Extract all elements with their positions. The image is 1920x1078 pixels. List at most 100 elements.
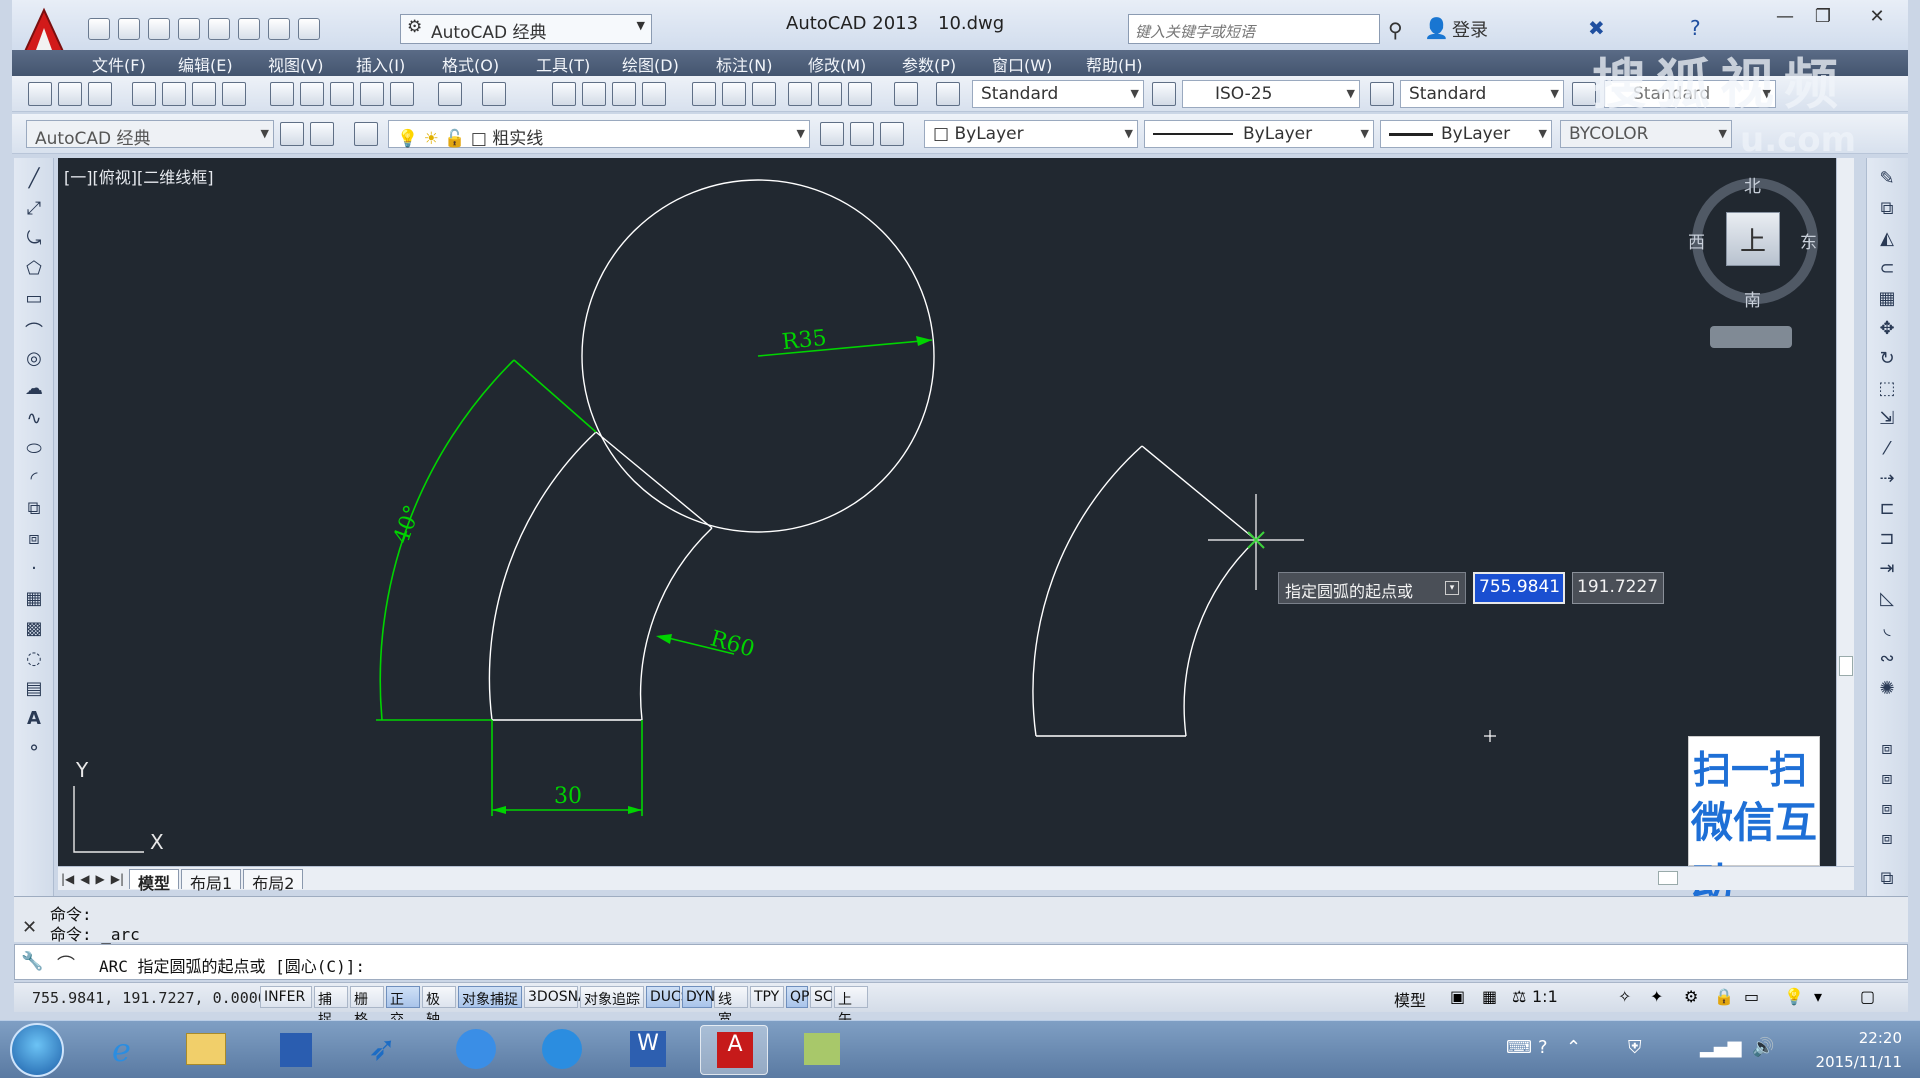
- autocad-window: ⚙ AutoCAD 经典 ▼ AutoCAD 2013 10.dwg 键入关键字…: [0, 0, 1920, 1078]
- right-inner-arc-shape[interactable]: [1183, 539, 1257, 737]
- hardware-acceleration-icon[interactable]: ▭: [1744, 987, 1759, 1006]
- autocad-taskbar-icon[interactable]: A: [700, 1025, 768, 1075]
- angle-extension-line: [513, 359, 597, 433]
- status-toggle-10[interactable]: 线宽: [714, 986, 748, 1028]
- isolate-objects-icon[interactable]: 💡: [1784, 987, 1804, 1006]
- qr-ad-line1: 扫一扫: [1693, 748, 1808, 792]
- command-prompt: ARC 指定圆弧的起点或 [圆心(C)]:: [99, 957, 365, 976]
- status-toggle-11[interactable]: TPY: [750, 986, 784, 1008]
- right-radial-line-shape[interactable]: [1141, 445, 1257, 541]
- ucs-x-label: X: [150, 830, 164, 854]
- status-toggle-3[interactable]: 正交: [386, 986, 420, 1028]
- status-toggle-7[interactable]: 对象追踪: [580, 986, 644, 1008]
- close-icon[interactable]: ✕: [22, 917, 37, 938]
- workspace-switch-icon[interactable]: ⚙: [1684, 987, 1698, 1006]
- clock-time[interactable]: 22:20: [1832, 1029, 1902, 1047]
- status-menu-icon[interactable]: ▾: [1814, 987, 1822, 1006]
- clock-date[interactable]: 2015/11/11: [1808, 1053, 1902, 1071]
- qr-ad-banner[interactable]: 扫一扫 微信互动: [1688, 736, 1820, 908]
- word-taskbar-icon[interactable]: W: [614, 1025, 682, 1075]
- tab-layout2[interactable]: 布局2: [243, 869, 304, 893]
- next-tab-icon[interactable]: ▶: [93, 872, 108, 886]
- quick-view-drawings-icon[interactable]: ▦: [1482, 987, 1497, 1006]
- status-toggle-0[interactable]: INFER: [260, 986, 312, 1008]
- help-tray-icon[interactable]: ?: [1538, 1037, 1548, 1058]
- volume-icon[interactable]: 🔊: [1752, 1037, 1774, 1058]
- inner-arc-shape[interactable]: [639, 527, 713, 721]
- annotation-visibility-icon[interactable]: ✧: [1618, 987, 1631, 1006]
- annotation-scale[interactable]: 1:1: [1532, 987, 1558, 1006]
- start-button[interactable]: [10, 1023, 64, 1077]
- ie-taskbar-icon[interactable]: ℯ: [94, 1025, 162, 1075]
- command-history-line: 命令: _arc: [50, 925, 140, 944]
- dynamic-input-x[interactable]: 755.9841: [1473, 572, 1565, 604]
- clean-screen-icon[interactable]: ▢: [1860, 987, 1875, 1006]
- status-toggle-14[interactable]: 上午: [834, 986, 868, 1028]
- dynamic-input-prompt-text: 指定圆弧的起点或: [1285, 582, 1414, 601]
- arc-command-icon: ⌒: [57, 955, 75, 976]
- arrow-icon: [492, 806, 506, 814]
- auto-scale-icon[interactable]: ✦: [1650, 987, 1663, 1006]
- ucs-y-label: Y: [76, 758, 89, 782]
- horizontal-scrollbar[interactable]: [58, 866, 1854, 890]
- ucs-icon: [73, 786, 144, 853]
- ie2-taskbar-icon[interactable]: [528, 1025, 596, 1075]
- command-history: ✕ 命令: 命令: _arc: [14, 896, 1908, 944]
- circle-radius-label: R35: [780, 325, 828, 356]
- first-tab-icon[interactable]: |◀: [58, 872, 77, 886]
- wrench-icon[interactable]: 🔧: [21, 951, 43, 972]
- radial-line-shape[interactable]: [595, 431, 713, 529]
- right-outer-arc-shape[interactable]: [1032, 445, 1143, 737]
- annotation-scale-icon[interactable]: ⚖: [1512, 987, 1526, 1006]
- status-toggle-6[interactable]: 3DOSNAP: [524, 986, 596, 1008]
- status-toggle-2[interactable]: 栅格: [350, 986, 384, 1028]
- vertical-scrollbar[interactable]: [1836, 158, 1854, 866]
- sogou-taskbar-icon[interactable]: [442, 1025, 510, 1075]
- status-bar: 755.9841, 191.7227, 0.0000 INFER捕捉栅格正交极轴…: [14, 982, 1908, 1028]
- arrow-icon: [916, 336, 932, 346]
- app-taskbar-icon[interactable]: [262, 1025, 330, 1075]
- tab-model[interactable]: 模型: [129, 869, 180, 893]
- coordinate-readout[interactable]: 755.9841, 191.7227, 0.0000: [32, 989, 267, 1007]
- vertical-scroll-thumb[interactable]: [1839, 656, 1853, 676]
- model-space-button[interactable]: 模型: [1394, 987, 1426, 1011]
- explorer-taskbar-icon[interactable]: [172, 1025, 240, 1075]
- bird-taskbar-icon[interactable]: ➶: [352, 1025, 420, 1075]
- dropdown-arrow-icon[interactable]: ▾: [1445, 581, 1459, 595]
- tray-expand-icon[interactable]: ⌃: [1566, 1037, 1581, 1058]
- arrow-icon: [656, 634, 672, 644]
- arrow-icon: [628, 806, 642, 814]
- status-toggle-1[interactable]: 捕捉: [314, 986, 348, 1028]
- dynamic-input-prompt: 指定圆弧的起点或 ▾: [1278, 572, 1466, 604]
- network-icon[interactable]: ▂▄▆: [1700, 1037, 1742, 1058]
- layout-tabs: |◀ ◀ ▶ ▶| 模型 布局1 布局2: [58, 868, 304, 893]
- wcs-menu[interactable]: [1710, 326, 1792, 348]
- compass-west[interactable]: 西: [1688, 228, 1705, 253]
- status-toggle-4[interactable]: 极轴: [422, 986, 456, 1028]
- viewport-controls[interactable]: [一][俯视][二维线框]: [64, 164, 213, 188]
- shield-icon[interactable]: ⛨: [1628, 1037, 1642, 1058]
- command-line[interactable]: 🔧 ⌒ ARC 指定圆弧的起点或 [圆心(C)]:: [14, 944, 1908, 980]
- windows-taskbar: ℯ ➶ W A ⌨ ? ⌃ ⛨ ▂▄▆ 🔊 22:20 2015/11/11: [0, 1020, 1920, 1078]
- viewcube[interactable]: 上: [1726, 212, 1780, 266]
- horizontal-scroll-thumb[interactable]: [1658, 871, 1678, 885]
- compass-north[interactable]: 北: [1744, 172, 1761, 197]
- dynamic-input-y[interactable]: 191.7227: [1572, 572, 1664, 604]
- tab-layout1[interactable]: 布局1: [181, 869, 242, 893]
- quick-view-layouts-icon[interactable]: ▣: [1450, 987, 1465, 1006]
- status-toggle-8[interactable]: DUCS: [646, 986, 690, 1008]
- keyboard-icon[interactable]: ⌨: [1506, 1037, 1532, 1058]
- status-toggle-9[interactable]: DYN: [682, 986, 715, 1008]
- qr-ad-line2: 微信互动: [1691, 798, 1818, 908]
- last-tab-icon[interactable]: ▶|: [108, 872, 127, 886]
- width-label: 30: [554, 784, 582, 809]
- compass-south[interactable]: 南: [1744, 286, 1761, 311]
- prev-tab-icon[interactable]: ◀: [77, 872, 92, 886]
- outer-arc-shape[interactable]: [488, 431, 597, 721]
- status-toggle-13[interactable]: SC: [810, 986, 833, 1008]
- notes-taskbar-icon[interactable]: [788, 1025, 856, 1075]
- compass-east[interactable]: 东: [1800, 228, 1817, 253]
- status-toggle-12[interactable]: QP: [786, 986, 809, 1008]
- status-toggle-5[interactable]: 对象捕捉: [458, 986, 522, 1008]
- lock-icon[interactable]: 🔒: [1714, 987, 1734, 1006]
